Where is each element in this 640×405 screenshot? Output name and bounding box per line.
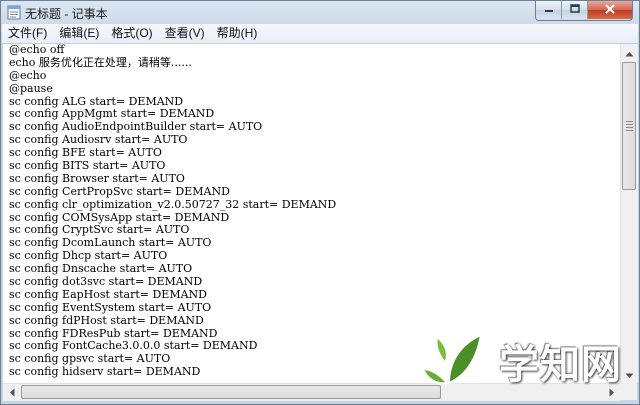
grip-line: [626, 130, 633, 131]
window-title: 无标题 - 记事本: [25, 7, 108, 21]
editor-line: sc config Browser start= AUTO: [9, 171, 185, 185]
minimize-button[interactable]: [536, 1, 562, 19]
menu-file[interactable]: 文件(F): [2, 24, 53, 43]
grip-line: [626, 121, 633, 122]
editor-line: @echo: [9, 68, 47, 82]
grip-line: [626, 127, 633, 128]
scroll-up-button[interactable]: [621, 44, 638, 61]
editor-line: sc config EapHost start= DEMAND: [9, 287, 207, 301]
editor-line: sc config dot3svc start= DEMAND: [9, 275, 203, 289]
close-icon: [604, 1, 616, 19]
grip-line: [626, 124, 633, 125]
close-button[interactable]: [588, 1, 632, 19]
caption-buttons: [535, 1, 633, 21]
maximize-icon: [569, 1, 580, 19]
menu-format[interactable]: 格式(O): [105, 24, 158, 43]
minimize-icon: [544, 1, 554, 19]
menu-view[interactable]: 查看(V): [159, 24, 211, 43]
notepad-icon[interactable]: [7, 4, 21, 20]
editor-line: sc config CertPropSvc start= DEMAND: [9, 184, 230, 198]
arrow-up-icon: [625, 44, 634, 62]
scroll-thumb-horizontal[interactable]: [21, 385, 441, 399]
menu-edit[interactable]: 编辑(E): [53, 24, 105, 43]
notepad-window: 无标题 - 记事本 文件(F) 编辑(E) 格式(O) 查看(V) 帮助(H) …: [0, 0, 640, 405]
editor-line: sc config clr_optimization_v2.0.50727_32…: [9, 197, 337, 211]
editor-line: echo 服务优化正在处理，请稍等......: [9, 55, 192, 69]
watermark-text: 学知网: [499, 342, 622, 388]
editor-line: @pause: [9, 81, 53, 95]
scroll-thumb-vertical[interactable]: [622, 62, 636, 190]
leaf-logo-icon: [419, 323, 491, 400]
maximize-button[interactable]: [562, 1, 588, 19]
arrow-left-icon: [9, 384, 15, 402]
menu-help[interactable]: 帮助(H): [211, 24, 264, 43]
editor-line: sc config EventSystem start= AUTO: [9, 300, 212, 314]
title-bar[interactable]: 无标题 - 记事本: [1, 1, 639, 23]
watermark: 学知网: [419, 321, 629, 401]
editor-line: sc config BITS start= AUTO: [9, 159, 166, 173]
editor-line: @echo off: [9, 44, 65, 56]
scroll-left-button[interactable]: [3, 384, 20, 401]
menu-bar: 文件(F) 编辑(E) 格式(O) 查看(V) 帮助(H): [2, 24, 638, 44]
